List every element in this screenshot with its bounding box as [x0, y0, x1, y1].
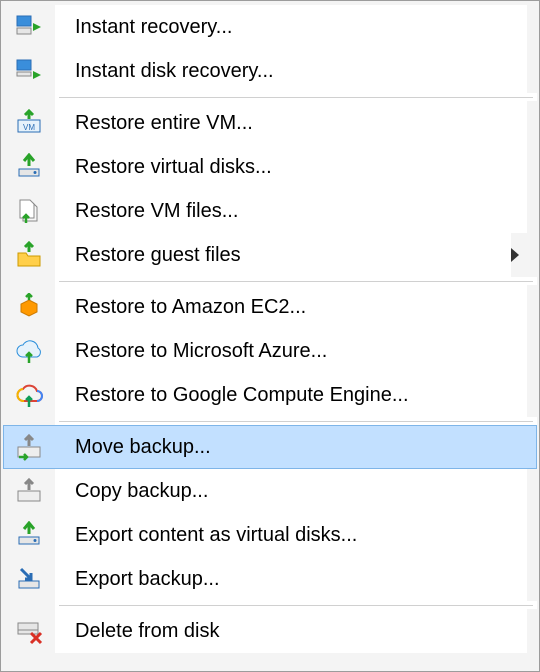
icon-gutter: [3, 57, 55, 85]
restore-vm-icon: VM: [15, 109, 43, 137]
icon-gutter: [3, 617, 55, 645]
icon-gutter: [3, 433, 55, 461]
delete-from-disk-icon: [15, 617, 43, 645]
menu-item-delete-from-disk[interactable]: Delete from disk: [3, 609, 537, 653]
menu-item-restore-virtual-disks[interactable]: Restore virtual disks...: [3, 145, 537, 189]
icon-gutter: [3, 521, 55, 549]
menu-item-move-backup[interactable]: Move backup...: [3, 425, 537, 469]
menu-item-label: Delete from disk: [75, 620, 220, 643]
menu-item-label: Instant disk recovery...: [75, 60, 274, 83]
menu-item-restore-vm-files[interactable]: Restore VM files...: [3, 189, 537, 233]
menu-item-instant-disk-recovery[interactable]: Instant disk recovery...: [3, 49, 537, 93]
menu-item-label: Export backup...: [75, 568, 220, 591]
icon-gutter: [3, 197, 55, 225]
menu-item-label: Instant recovery...: [75, 16, 232, 39]
icon-gutter: [3, 153, 55, 181]
export-content-icon: [15, 521, 43, 549]
menu-separator: [3, 93, 537, 101]
menu-item-restore-microsoft-azure[interactable]: Restore to Microsoft Azure...: [3, 329, 537, 373]
menu-item-restore-entire-vm[interactable]: VM Restore entire VM...: [3, 101, 537, 145]
restore-azure-icon: [15, 337, 43, 365]
instant-disk-recovery-icon: [15, 57, 43, 85]
icon-gutter: [3, 565, 55, 593]
icon-gutter: [3, 477, 55, 505]
restore-amazon-icon: [15, 293, 43, 321]
copy-backup-icon: [15, 477, 43, 505]
icon-gutter: VM: [3, 109, 55, 137]
menu-item-label: Restore guest files: [75, 244, 241, 267]
export-backup-icon: [15, 565, 43, 593]
instant-recovery-icon: [15, 13, 43, 41]
submenu-arrow-icon: [511, 248, 519, 262]
menu-item-export-backup[interactable]: Export backup...: [3, 557, 537, 601]
svg-text:VM: VM: [23, 123, 35, 132]
restore-vdisks-icon: [15, 153, 43, 181]
icon-gutter: [3, 293, 55, 321]
menu-item-restore-amazon-ec2[interactable]: Restore to Amazon EC2...: [3, 285, 537, 329]
restore-vmfiles-icon: [15, 197, 43, 225]
move-backup-icon: [15, 433, 43, 461]
icon-gutter: [3, 381, 55, 409]
icon-gutter: [3, 13, 55, 41]
icon-gutter: [3, 241, 55, 269]
menu-item-label: Copy backup...: [75, 480, 208, 503]
menu-item-label: Restore to Microsoft Azure...: [75, 340, 327, 363]
menu-item-label: Restore VM files...: [75, 200, 238, 223]
restore-guest-files-icon: [15, 241, 43, 269]
menu-item-label: Restore to Google Compute Engine...: [75, 384, 409, 407]
menu-item-instant-recovery[interactable]: Instant recovery...: [3, 5, 537, 49]
menu-separator: [3, 601, 537, 609]
menu-item-label: Restore virtual disks...: [75, 156, 272, 179]
menu-item-copy-backup[interactable]: Copy backup...: [3, 469, 537, 513]
menu-item-restore-guest-files[interactable]: Restore guest files: [3, 233, 537, 277]
icon-gutter: [3, 337, 55, 365]
restore-gcp-icon: [15, 381, 43, 409]
menu-item-label: Export content as virtual disks...: [75, 524, 357, 547]
menu-item-label: Restore to Amazon EC2...: [75, 296, 306, 319]
menu-item-label: Restore entire VM...: [75, 112, 253, 135]
menu-separator: [3, 277, 537, 285]
menu-item-restore-google-compute[interactable]: Restore to Google Compute Engine...: [3, 373, 537, 417]
menu-separator: [3, 417, 537, 425]
context-menu: Instant recovery... Instant disk recover…: [0, 0, 540, 672]
menu-item-label: Move backup...: [75, 436, 211, 459]
menu-item-export-content-vdisks[interactable]: Export content as virtual disks...: [3, 513, 537, 557]
